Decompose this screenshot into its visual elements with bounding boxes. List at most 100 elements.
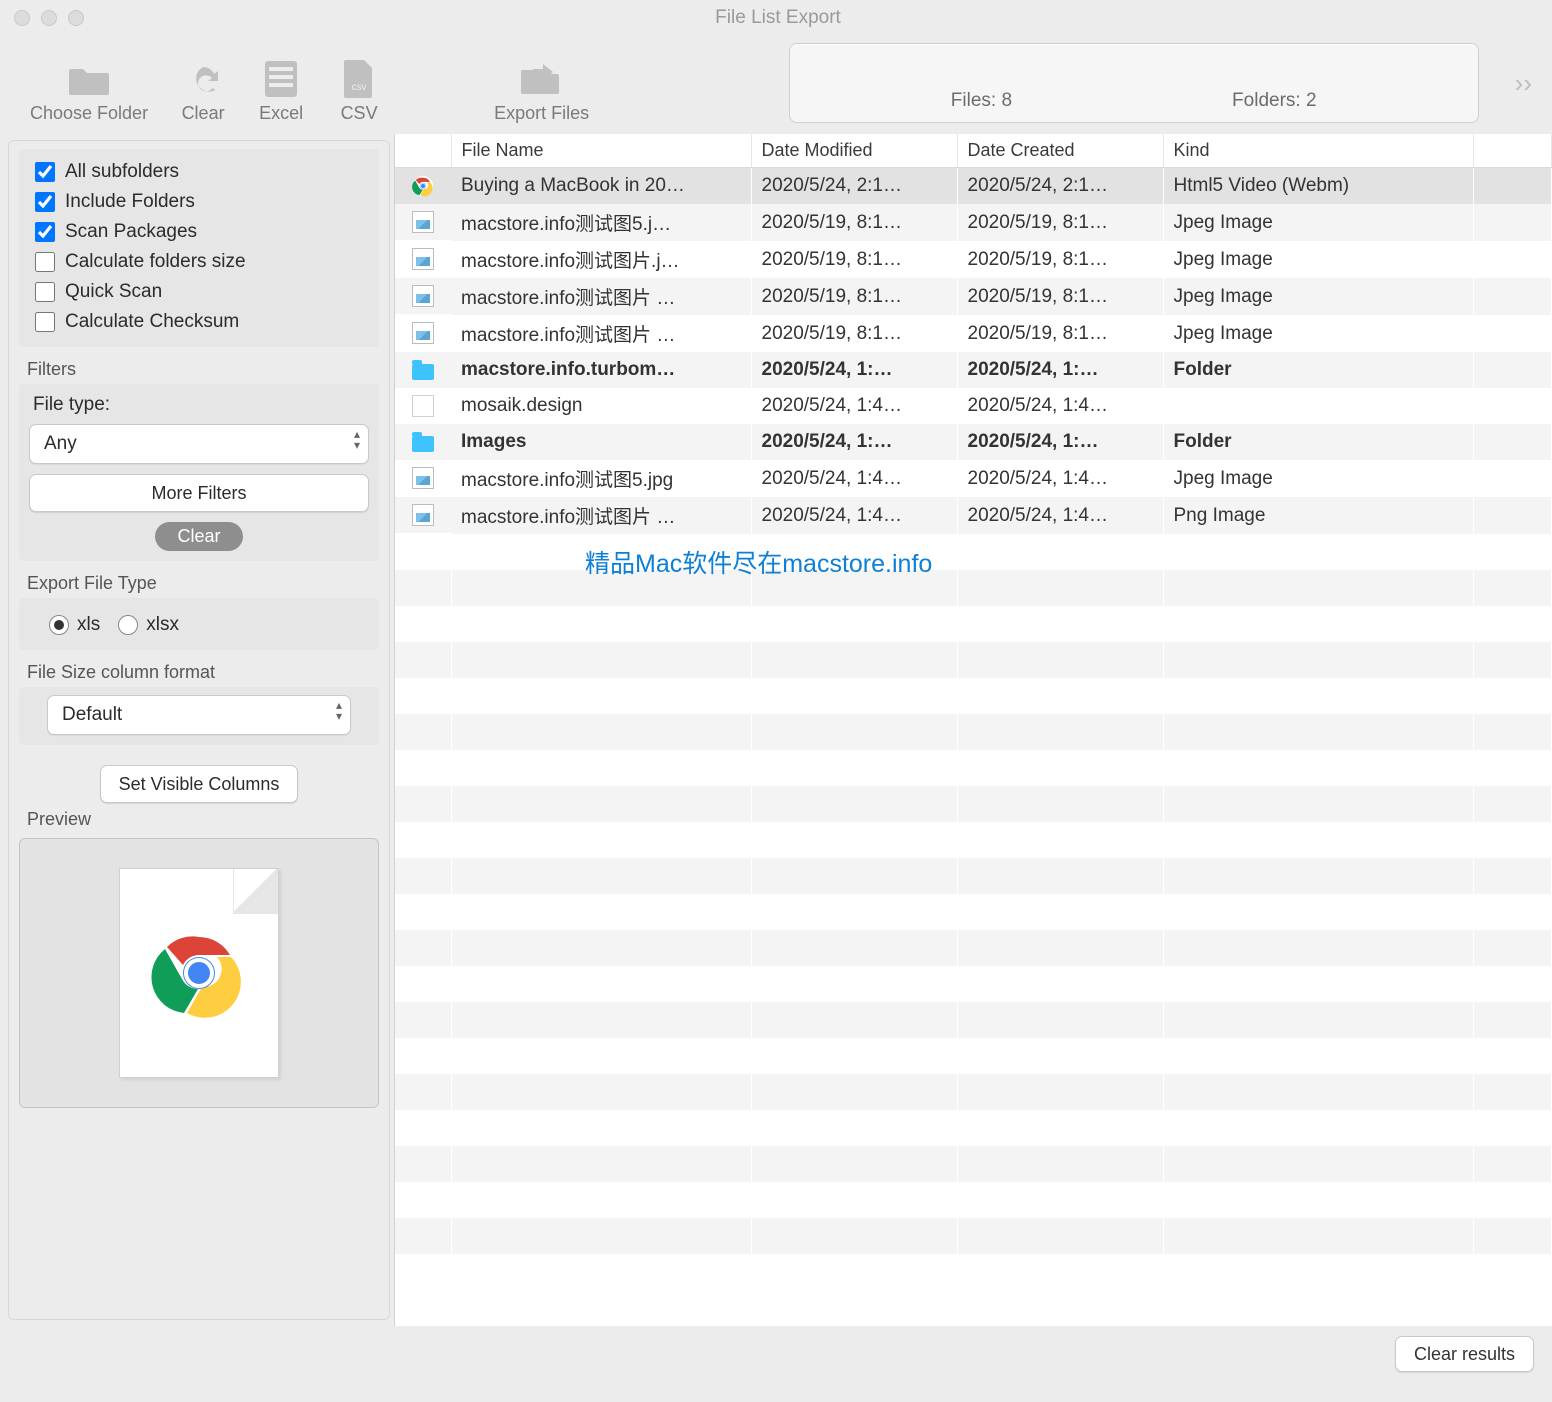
- row-icon-cell: [395, 388, 451, 424]
- table-row[interactable]: [395, 714, 1552, 750]
- col-name[interactable]: File Name: [451, 134, 751, 168]
- table-header-row[interactable]: File Name Date Modified Date Created Kin…: [395, 134, 1552, 168]
- row-icon-cell: [395, 352, 451, 388]
- table-row[interactable]: macstore.info测试图片 …2020/5/19, 8:1…2020/5…: [395, 315, 1552, 352]
- row-modified: 2020/5/19, 8:1…: [751, 241, 957, 278]
- row-created: 2020/5/24, 2:1…: [957, 168, 1163, 205]
- radio-icon: [49, 615, 69, 635]
- window-title: File List Export: [84, 7, 1472, 29]
- col-modified[interactable]: Date Modified: [751, 134, 957, 168]
- table-row[interactable]: [395, 1074, 1552, 1110]
- clear-button[interactable]: Clear: [164, 59, 242, 124]
- table-row[interactable]: macstore.info测试图5.jpg2020/5/24, 1:4…2020…: [395, 460, 1552, 497]
- table-row[interactable]: [395, 678, 1552, 714]
- row-kind: Jpeg Image: [1163, 460, 1473, 497]
- table-row[interactable]: [395, 1146, 1552, 1182]
- table-row[interactable]: [395, 1002, 1552, 1038]
- row-name: Buying a MacBook in 20…: [451, 168, 751, 205]
- row-created: 2020/5/24, 1:4…: [957, 497, 1163, 534]
- clear-filters-button[interactable]: Clear: [155, 522, 242, 551]
- row-modified: 2020/5/19, 8:1…: [751, 204, 957, 241]
- clear-results-button[interactable]: Clear results: [1395, 1336, 1534, 1372]
- folders-count: Folders: 2: [1232, 90, 1316, 112]
- overflow-icon[interactable]: ››: [1515, 68, 1532, 99]
- footer: Clear results: [0, 1326, 1552, 1382]
- row-icon-cell: [395, 204, 451, 240]
- table-row[interactable]: [395, 1182, 1552, 1218]
- size-format-select[interactable]: Default ▴▾: [47, 695, 351, 735]
- csv-icon: csv: [336, 59, 382, 99]
- image-icon: [412, 211, 434, 233]
- table-row[interactable]: [395, 606, 1552, 642]
- xls-radio[interactable]: xls: [49, 614, 100, 636]
- row-name: macstore.info测试图5.jpg: [451, 460, 751, 497]
- row-name: macstore.info.turbom…: [451, 352, 751, 388]
- row-modified: 2020/5/19, 8:1…: [751, 315, 957, 352]
- calculate-checksum-checkbox[interactable]: Calculate Checksum: [29, 307, 369, 337]
- table-row[interactable]: macstore.info.turbom…2020/5/24, 1:…2020/…: [395, 352, 1552, 388]
- image-icon: [412, 248, 434, 270]
- row-name: macstore.info测试图片 …: [451, 497, 751, 534]
- folder-icon: [412, 436, 434, 452]
- row-modified: 2020/5/24, 1:…: [751, 352, 957, 388]
- xlsx-radio[interactable]: xlsx: [118, 614, 179, 636]
- row-created: 2020/5/19, 8:1…: [957, 278, 1163, 315]
- close-window-button[interactable]: [14, 10, 30, 26]
- set-visible-columns-button[interactable]: Set Visible Columns: [100, 765, 299, 803]
- more-filters-button[interactable]: More Filters: [29, 474, 369, 512]
- row-kind: Jpeg Image: [1163, 241, 1473, 278]
- row-modified: 2020/5/24, 1:4…: [751, 388, 957, 424]
- table-row[interactable]: [395, 534, 1552, 570]
- preview-panel: [19, 838, 379, 1108]
- scan-packages-checkbox[interactable]: Scan Packages: [29, 217, 369, 247]
- table-row[interactable]: [395, 822, 1552, 858]
- row-created: 2020/5/24, 1:…: [957, 424, 1163, 460]
- file-type-label: File type:: [29, 392, 369, 424]
- row-name: macstore.info测试图片.j…: [451, 241, 751, 278]
- table-row[interactable]: macstore.info测试图片 …2020/5/24, 1:4…2020/5…: [395, 497, 1552, 534]
- table-row[interactable]: [395, 642, 1552, 678]
- table-row[interactable]: [395, 966, 1552, 1002]
- table-row[interactable]: [395, 1038, 1552, 1074]
- file-table[interactable]: File Name Date Modified Date Created Kin…: [394, 134, 1552, 1326]
- excel-button[interactable]: Excel: [242, 59, 320, 124]
- table-row[interactable]: Images2020/5/24, 1:…2020/5/24, 1:…Folder: [395, 424, 1552, 460]
- row-created: 2020/5/19, 8:1…: [957, 241, 1163, 278]
- image-icon: [412, 285, 434, 307]
- table-row[interactable]: [395, 894, 1552, 930]
- table-row[interactable]: [395, 1110, 1552, 1146]
- row-created: 2020/5/24, 1:4…: [957, 388, 1163, 424]
- minimize-window-button[interactable]: [41, 10, 57, 26]
- document-icon: [119, 868, 279, 1078]
- file-type-value: Any: [44, 433, 77, 455]
- table-row[interactable]: mosaik.design2020/5/24, 1:4…2020/5/24, 1…: [395, 388, 1552, 424]
- csv-button[interactable]: csv CSV: [320, 59, 398, 124]
- export-icon: [519, 59, 565, 99]
- row-icon-cell: [395, 460, 451, 496]
- table-row[interactable]: [395, 930, 1552, 966]
- table-row[interactable]: macstore.info测试图片 …2020/5/19, 8:1…2020/5…: [395, 278, 1552, 315]
- row-modified: 2020/5/24, 1:…: [751, 424, 957, 460]
- choose-folder-button[interactable]: Choose Folder: [14, 59, 164, 124]
- export-files-button[interactable]: Export Files: [478, 59, 605, 124]
- table-row[interactable]: macstore.info测试图5.j…2020/5/19, 8:1…2020/…: [395, 204, 1552, 241]
- table-row[interactable]: [395, 750, 1552, 786]
- col-kind[interactable]: Kind: [1163, 134, 1473, 168]
- all-subfolders-checkbox[interactable]: All subfolders: [29, 157, 369, 187]
- calculate-folders-size-checkbox[interactable]: Calculate folders size: [29, 247, 369, 277]
- quick-scan-checkbox[interactable]: Quick Scan: [29, 277, 369, 307]
- zoom-window-button[interactable]: [68, 10, 84, 26]
- table-row[interactable]: [395, 1218, 1552, 1254]
- row-modified: 2020/5/24, 1:4…: [751, 497, 957, 534]
- include-folders-checkbox[interactable]: Include Folders: [29, 187, 369, 217]
- refresh-icon: [180, 59, 226, 99]
- row-name: macstore.info测试图片 …: [451, 315, 751, 352]
- table-row[interactable]: macstore.info测试图片.j…2020/5/19, 8:1…2020/…: [395, 241, 1552, 278]
- file-type-select[interactable]: Any ▴▾: [29, 424, 369, 464]
- table-row[interactable]: [395, 570, 1552, 606]
- col-created[interactable]: Date Created: [957, 134, 1163, 168]
- table-row[interactable]: Buying a MacBook in 20…2020/5/24, 2:1…20…: [395, 168, 1552, 205]
- table-row[interactable]: [395, 858, 1552, 894]
- table-row[interactable]: [395, 786, 1552, 822]
- file-icon: [412, 395, 434, 417]
